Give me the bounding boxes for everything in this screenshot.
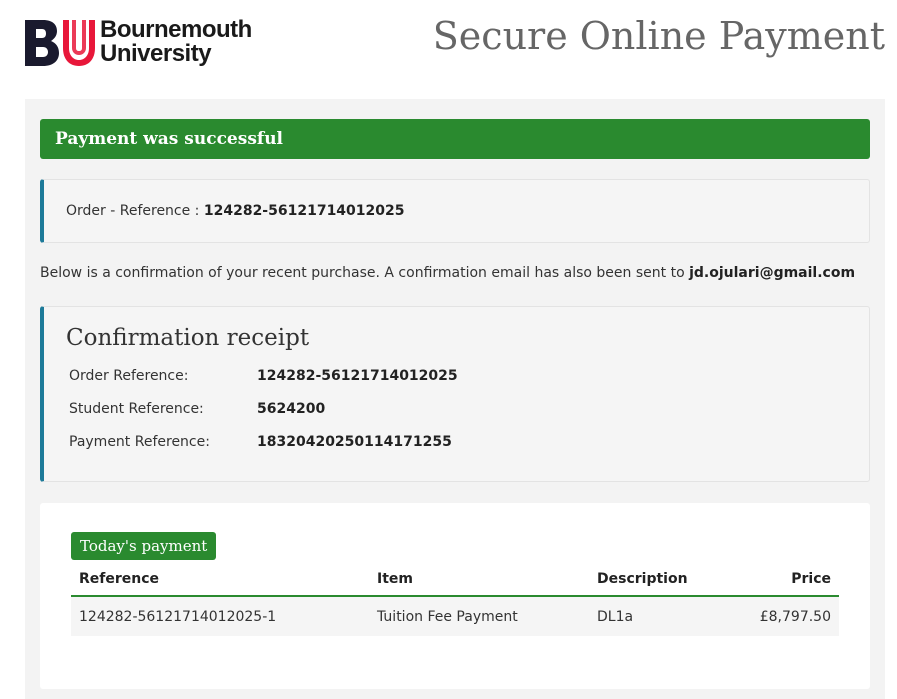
column-header-price: Price	[739, 562, 839, 597]
cell-item: Tuition Fee Payment	[369, 596, 589, 636]
column-header-reference: Reference	[71, 562, 369, 597]
receipt-label: Order Reference:	[69, 368, 189, 384]
receipt-label: Student Reference:	[69, 401, 204, 417]
confirmation-email: jd.ojulari@gmail.com	[689, 265, 856, 281]
table-header-row: Reference Item Description Price	[71, 562, 839, 597]
header: Bournemouth University Secure Online Pay…	[0, 0, 897, 99]
column-header-item: Item	[369, 562, 589, 597]
logo-text: Bournemouth University	[100, 18, 252, 66]
confirmation-receipt: Confirmation receipt Order Reference: 12…	[40, 306, 870, 482]
logo-line1: Bournemouth	[100, 16, 252, 43]
success-alert: Payment was successful	[40, 119, 870, 159]
cell-price: £8,797.50	[739, 596, 839, 636]
order-reference-box: Order - Reference : 124282-5612171401202…	[40, 179, 870, 243]
receipt-title: Confirmation receipt	[66, 325, 310, 351]
receipt-value: 124282-56121714012025	[257, 368, 458, 384]
confirmation-text: Below is a confirmation of your recent p…	[40, 265, 690, 281]
todays-payment-badge: Today's payment	[71, 532, 217, 560]
confirmation-message: Below is a confirmation of your recent p…	[40, 265, 855, 281]
payment-table: Reference Item Description Price 124282-…	[71, 562, 839, 636]
logo-line2: University	[100, 40, 212, 67]
university-logo[interactable]: Bournemouth University	[25, 16, 270, 68]
column-header-description: Description	[589, 562, 739, 597]
order-reference-label: Order - Reference :	[66, 203, 204, 219]
table-row: 124282-56121714012025-1 Tuition Fee Paym…	[71, 596, 839, 636]
todays-payment-card: Today's payment Reference Item Descripti…	[40, 503, 870, 689]
receipt-label: Payment Reference:	[69, 434, 210, 450]
receipt-value: 18320420250114171255	[257, 434, 452, 450]
bu-logo-mark	[25, 20, 95, 66]
receipt-value: 5624200	[257, 401, 326, 417]
page-title: Secure Online Payment	[432, 14, 885, 58]
order-reference-value: 124282-56121714012025	[203, 203, 405, 219]
cell-reference: 124282-56121714012025-1	[71, 596, 369, 636]
cell-description: DL1a	[589, 596, 739, 636]
main-panel: Payment was successful Order - Reference…	[25, 99, 885, 699]
